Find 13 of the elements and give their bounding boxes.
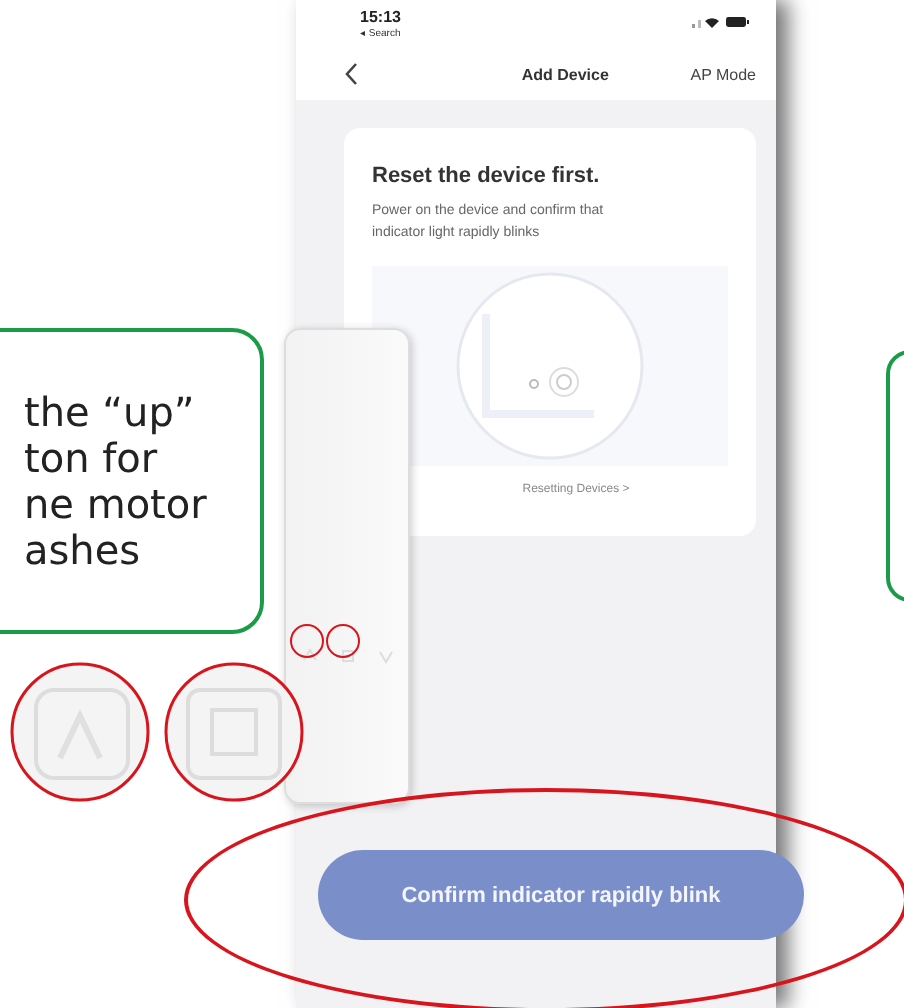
ap-mode-link[interactable]: AP Mode bbox=[690, 65, 756, 83]
up-button-closeup-drawing bbox=[10, 662, 150, 802]
card-title: Reset the device first. bbox=[372, 164, 602, 188]
status-time: 15:13 bbox=[360, 8, 401, 26]
instruction-text: the “up” bbox=[24, 389, 197, 435]
back-icon[interactable] bbox=[344, 62, 360, 86]
highlight-circle bbox=[290, 624, 324, 658]
instruction-text: ton for bbox=[24, 435, 158, 481]
instruction-text: ne motor bbox=[24, 481, 207, 527]
instruction-text: ashes bbox=[24, 527, 143, 573]
screen-title: Add Device bbox=[521, 65, 609, 83]
status-icons bbox=[692, 14, 752, 30]
highlight-circle bbox=[326, 624, 360, 658]
